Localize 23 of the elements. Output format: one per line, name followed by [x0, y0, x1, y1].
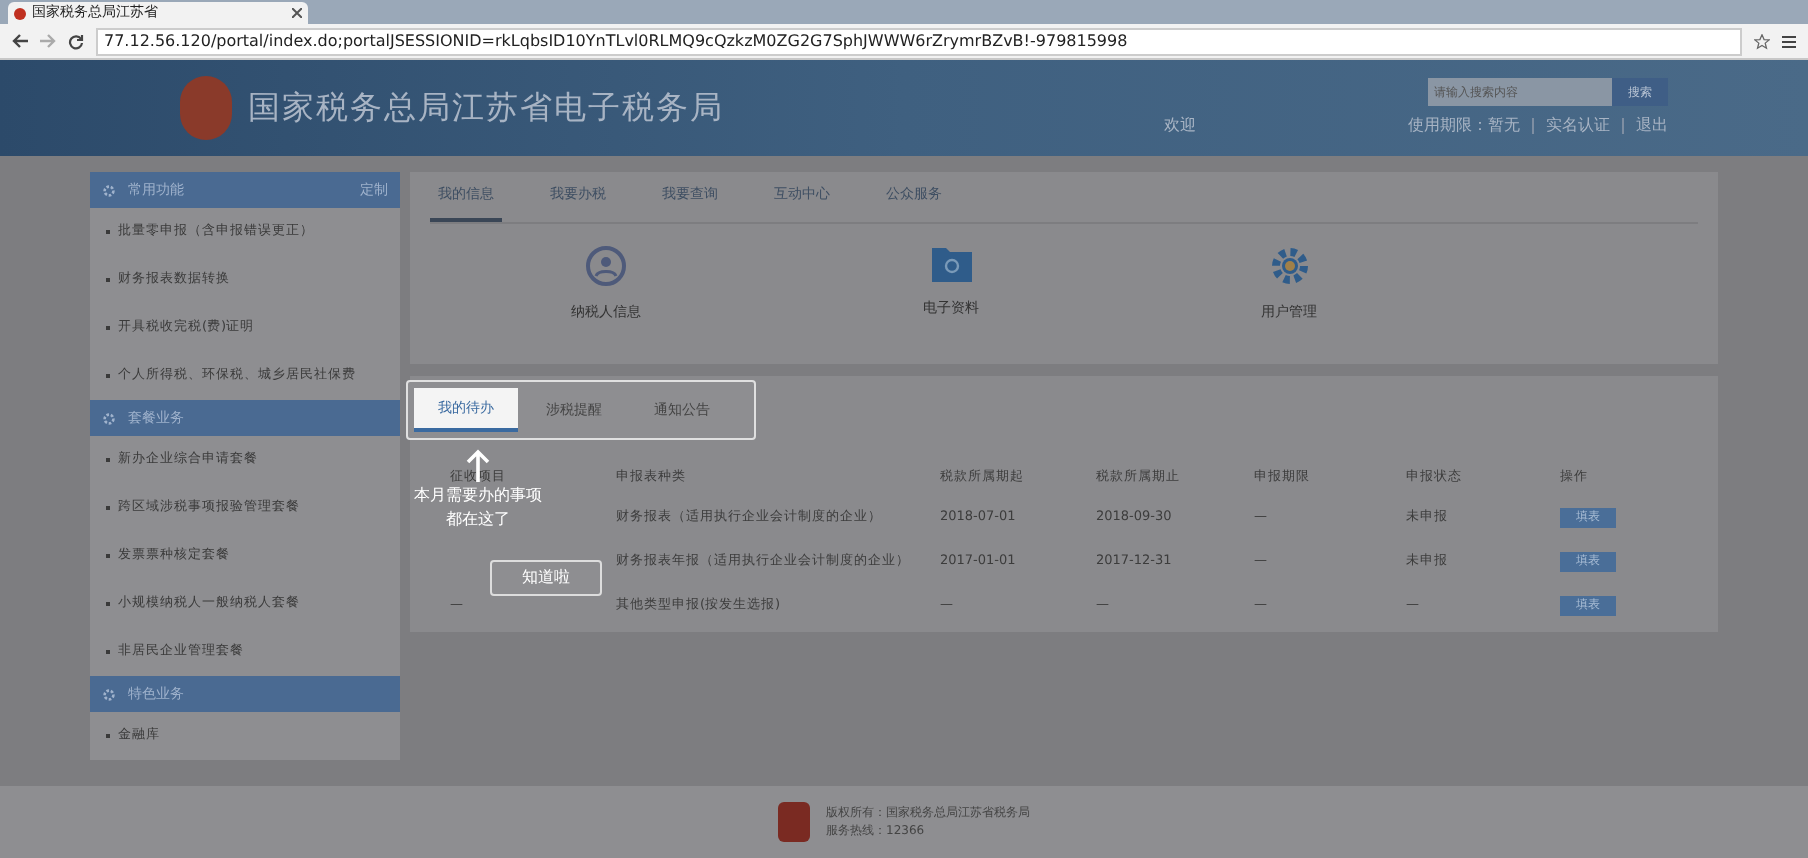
emblem-icon: [180, 76, 232, 140]
header-link[interactable]: 使用期限：暂无: [1408, 114, 1520, 138]
close-icon[interactable]: [292, 8, 302, 18]
header-link[interactable]: 实名认证: [1546, 114, 1610, 138]
site-title: 国家税务总局江苏省电子税务局: [248, 86, 724, 130]
favicon-icon: [14, 7, 26, 19]
got-it-button[interactable]: 知道啦: [490, 560, 602, 596]
star-icon[interactable]: [1754, 33, 1770, 49]
reload-icon[interactable]: [68, 33, 84, 49]
section-icon: [102, 411, 116, 425]
header-link[interactable]: 退出: [1636, 114, 1668, 138]
welcome-text: 欢迎: [1164, 114, 1196, 138]
person-icon: [584, 243, 628, 287]
back-icon[interactable]: [12, 34, 28, 48]
guide-text: 本月需要办的事项: [414, 484, 542, 508]
menu-icon[interactable]: [1782, 35, 1796, 47]
emblem-icon: [778, 802, 810, 842]
guide-text: 都在这了: [446, 508, 510, 532]
section-icon: [102, 183, 116, 197]
folder-icon: [929, 243, 973, 283]
gear-icon: [1267, 243, 1311, 287]
section-icon: [102, 687, 116, 701]
url-field[interactable]: 77.12.56.120/portal/index.do;portalJSESSIONID=rkLqbsID10YnTLvl0RLMQ9cQzkzM0ZG2G7SphJWWW6rZrymrBZvB!-979815998: [96, 27, 1742, 55]
